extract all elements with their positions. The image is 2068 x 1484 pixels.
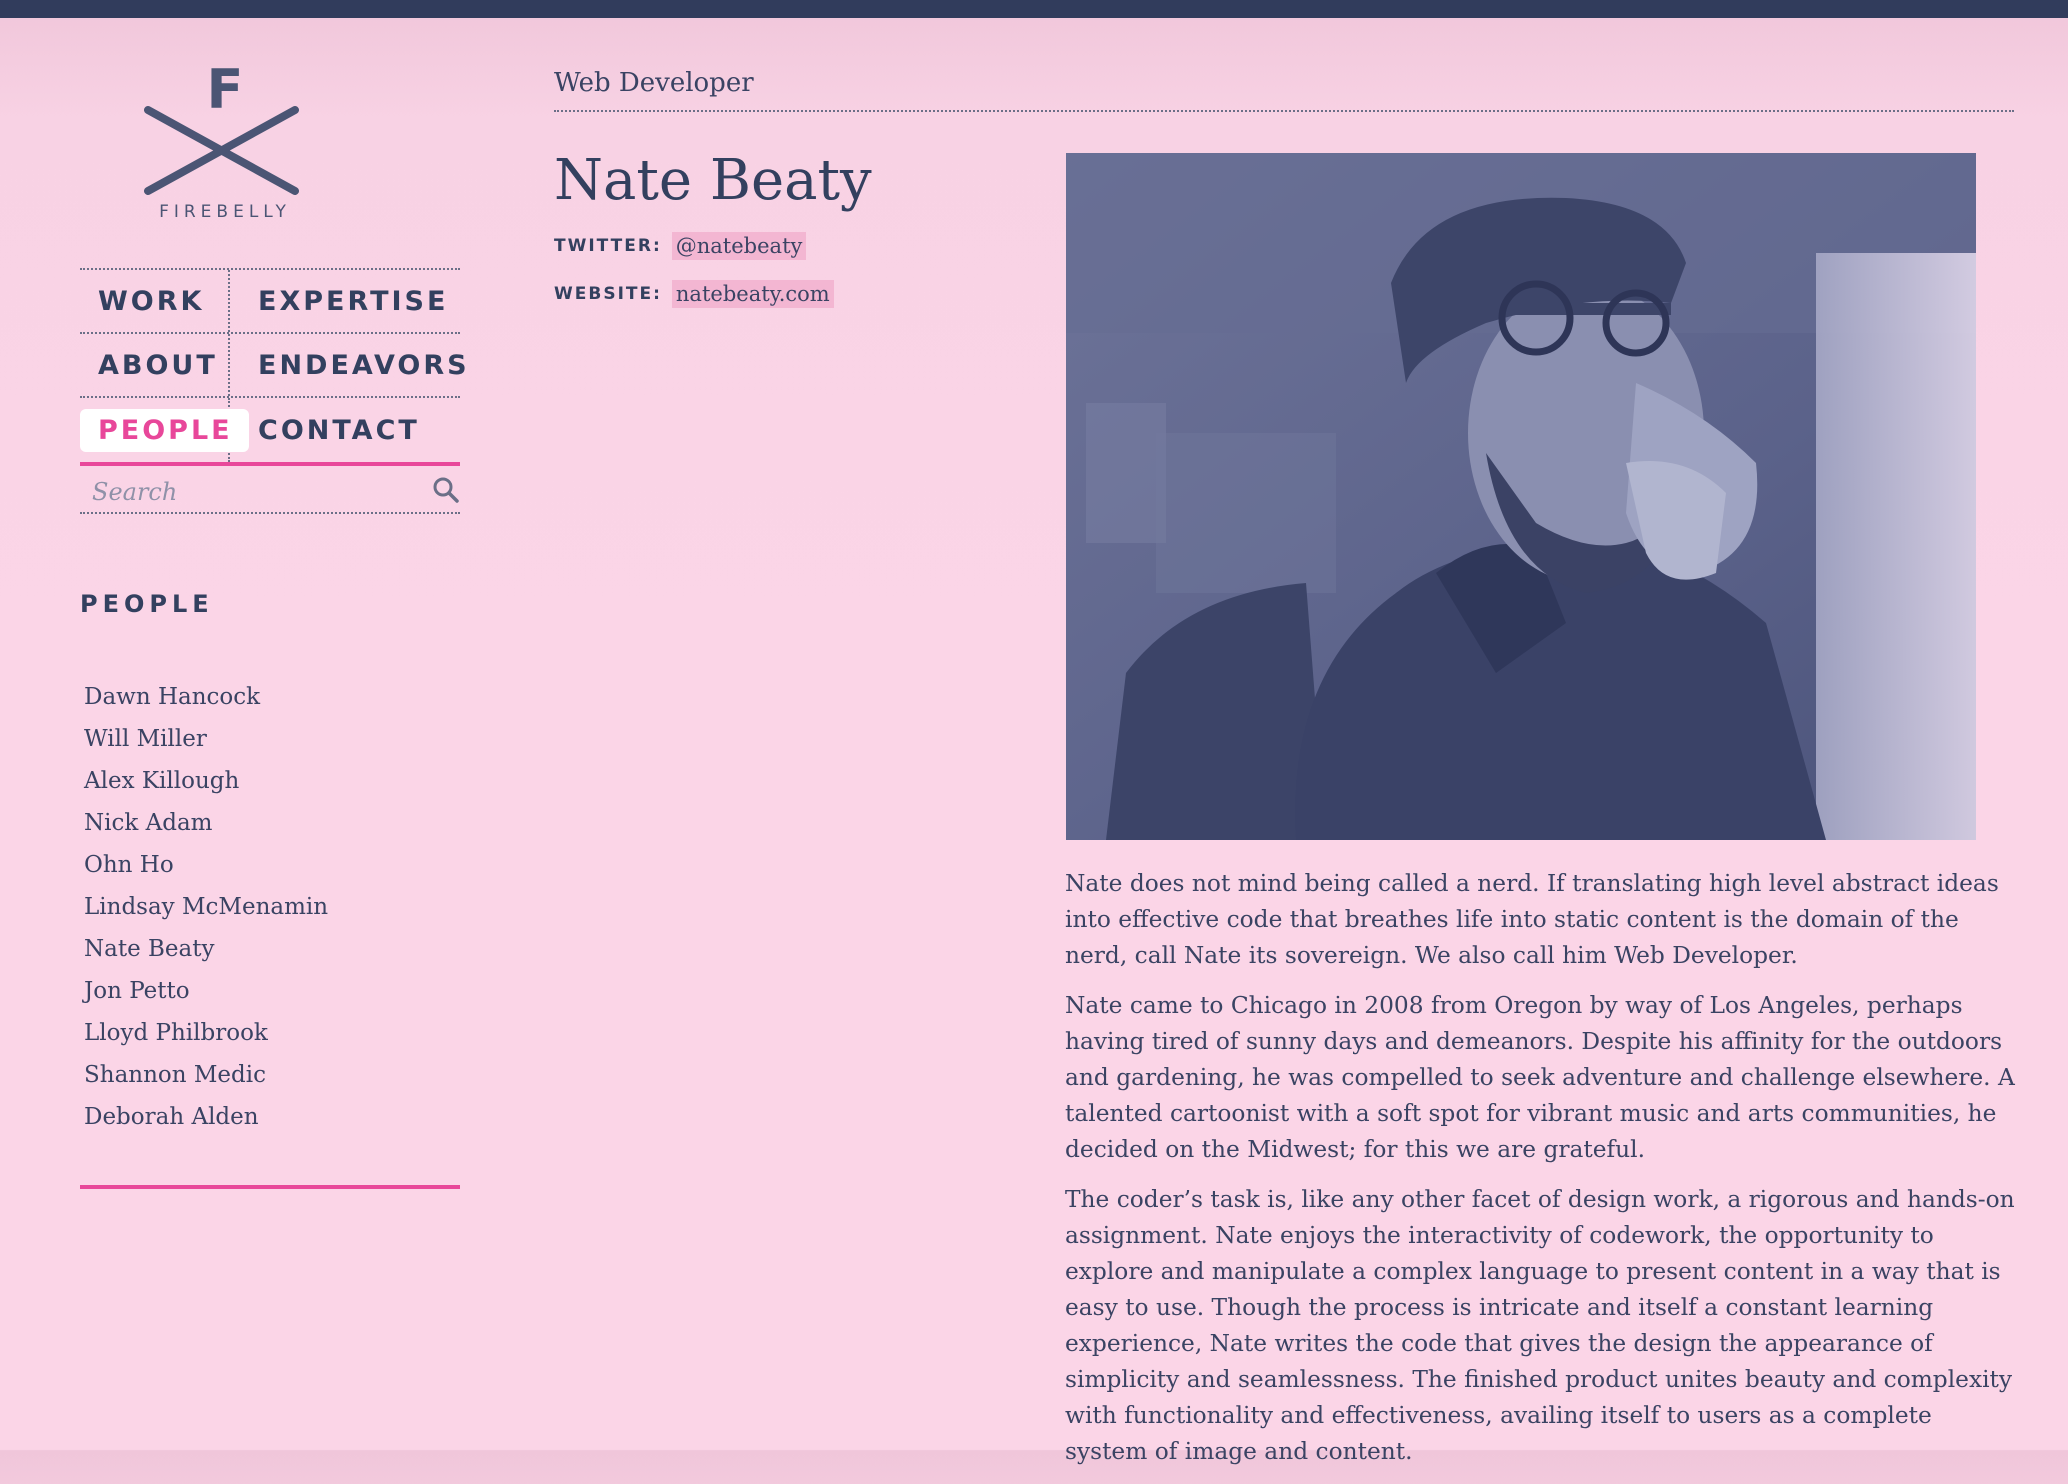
profile-photo [1066,153,1976,840]
nav-work[interactable]: WORK [80,270,230,332]
nav-contact[interactable]: CONTACT [230,398,420,462]
nav-contact-label: CONTACT [258,414,420,446]
search-input[interactable] [90,474,414,510]
bio-paragraph: Nate came to Chicago in 2008 from Oregon… [1065,992,2015,1163]
person-link[interactable]: Shannon Medic [84,1054,328,1096]
nav-expertise[interactable]: EXPERTISE [230,270,448,332]
top-bar [0,0,2068,18]
person-link[interactable]: Nate Beaty [84,928,328,970]
main-nav: WORK EXPERTISE ABOUT ENDEAVORS PEOPLE CO… [80,268,467,466]
person-link[interactable]: Deborah Alden [84,1096,328,1138]
website-link[interactable]: natebeaty.com [671,280,834,308]
person-link[interactable]: Nick Adam [84,802,328,844]
nav-expertise-label: EXPERTISE [258,285,449,317]
person-link[interactable]: Lloyd Philbrook [84,1012,328,1054]
nav-about[interactable]: ABOUT [80,334,230,396]
website-label: WEBSITE: [554,284,662,304]
people-list: Dawn Hancock Will Miller Alex Killough N… [84,676,328,1138]
person-link[interactable]: Alex Killough [84,760,328,802]
twitter-link[interactable]: @natebeaty [671,232,807,260]
bio-paragraph: The coder’s task is, like any other face… [1065,1186,2015,1465]
twitter-row: TWITTER: @natebeaty [554,232,807,260]
logo-wordmark: FIREBELLY [159,202,291,222]
firebelly-logo[interactable]: F FIREBELLY [140,60,310,230]
person-link[interactable]: Lindsay McMenamin [84,886,328,928]
person-link[interactable]: Ohn Ho [84,844,328,886]
crossed-lines-icon [144,106,299,195]
sidebar-divider [80,1185,460,1189]
profile-name: Nate Beaty [554,148,872,213]
website-row: WEBSITE: natebeaty.com [554,280,834,308]
profile-bio: Nate does not mind being called a nerd. … [1065,866,2020,1484]
nav-people-label: PEOPLE [80,408,249,452]
nav-people[interactable]: PEOPLE [80,398,249,462]
nav-endeavors[interactable]: ENDEAVORS [230,334,470,396]
search-box [80,472,460,514]
header-divider [554,110,2014,112]
person-link[interactable]: Jon Petto [84,970,328,1012]
nav-endeavors-label: ENDEAVORS [258,349,470,381]
person-link[interactable]: Will Miller [84,718,328,760]
bio-paragraph: Nate does not mind being called a nerd. … [1065,870,1999,969]
person-link[interactable]: Dawn Hancock [84,676,328,718]
twitter-label: TWITTER: [554,236,662,256]
nav-work-label: WORK [98,285,205,317]
search-icon[interactable] [432,476,460,504]
nav-about-label: ABOUT [98,349,218,381]
profile-role: Web Developer [554,68,754,98]
people-section-title: PEOPLE [80,590,214,618]
